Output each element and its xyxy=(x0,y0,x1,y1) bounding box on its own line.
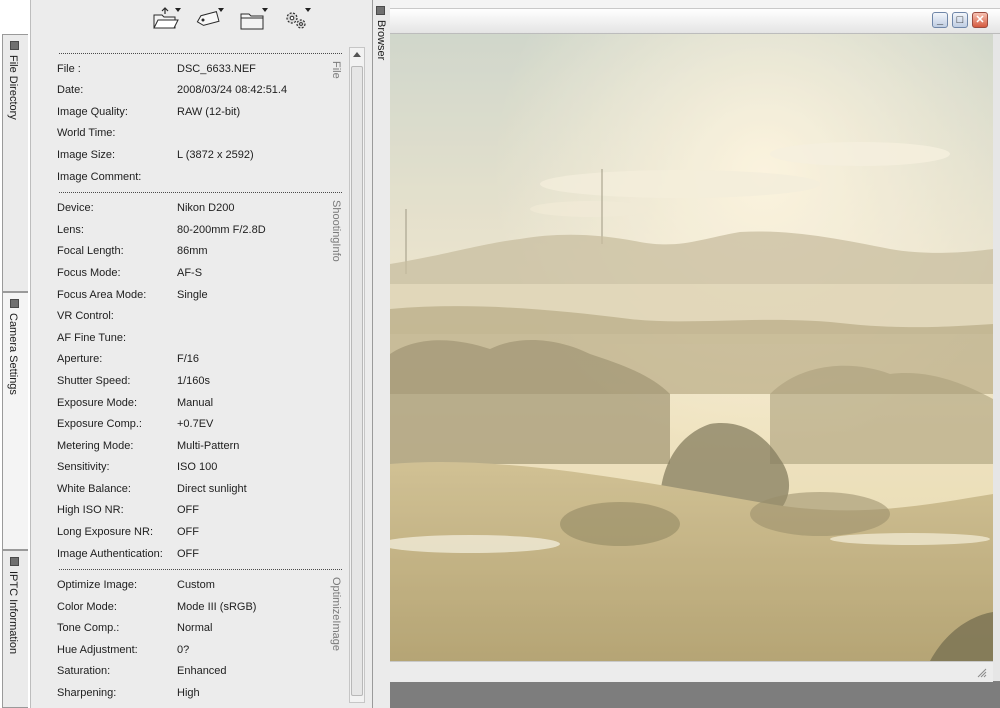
resize-grip-icon[interactable] xyxy=(975,666,987,678)
section-label-file: File xyxy=(330,61,342,79)
tab-label: IPTC Information xyxy=(7,571,19,655)
tab-label: Camera Settings xyxy=(7,313,19,395)
viewer-background xyxy=(390,682,1000,708)
window-right-edge xyxy=(993,34,1000,681)
close-button[interactable]: ✕ xyxy=(972,12,988,28)
section-label-shooting: ShootingInfo xyxy=(330,200,342,262)
window-top-edge xyxy=(390,0,1000,9)
status-bar xyxy=(390,661,993,682)
close-icon: ✕ xyxy=(975,14,985,26)
maximize-icon: □ xyxy=(956,14,964,26)
section-divider xyxy=(59,569,342,570)
tab-file-directory[interactable]: File Directory xyxy=(2,34,28,292)
camera-settings-panel: File File : DSC_6633.NEF Date: 2008/03/24 … xyxy=(30,0,373,708)
section-divider xyxy=(59,53,342,54)
minimize-icon: _ xyxy=(936,14,944,26)
tab-iptc-information[interactable]: IPTC Information xyxy=(2,550,28,708)
tab-browser[interactable]: Browser xyxy=(372,0,390,708)
photo-preview[interactable] xyxy=(390,34,993,661)
open-folder-button[interactable] xyxy=(151,6,183,32)
window-titlebar[interactable]: _ □ ✕ xyxy=(390,9,1000,34)
tag-button[interactable] xyxy=(194,6,226,32)
settings-button[interactable] xyxy=(281,6,313,32)
chevron-down-icon xyxy=(218,8,224,12)
section-divider xyxy=(59,192,342,193)
folder-button[interactable] xyxy=(238,6,270,32)
tab-camera-settings[interactable]: Camera Settings xyxy=(2,292,28,550)
minimize-button[interactable]: _ xyxy=(932,12,948,28)
tab-label: Browser xyxy=(375,20,387,61)
tab-pin-icon xyxy=(10,557,19,566)
maximize-button[interactable]: □ xyxy=(952,12,968,28)
scroll-up-icon[interactable] xyxy=(353,52,361,57)
image-viewer-window: _ □ ✕ xyxy=(390,0,1000,708)
scrollbar-thumb[interactable] xyxy=(351,66,363,696)
landscape-photo xyxy=(390,34,993,661)
chevron-down-icon xyxy=(175,8,181,12)
panel-toolbar xyxy=(31,0,373,38)
panel-scrollbar[interactable] xyxy=(349,47,365,703)
tab-pin-icon xyxy=(376,6,385,15)
tab-label: File Directory xyxy=(7,55,19,120)
left-tab-strip: File Directory Camera Settings IPTC Info… xyxy=(0,0,30,708)
chevron-down-icon xyxy=(305,8,311,12)
section-label-optimize: OptimizeImage xyxy=(330,577,342,651)
chevron-down-icon xyxy=(262,8,268,12)
tab-pin-icon xyxy=(10,41,19,50)
tab-pin-icon xyxy=(10,299,19,308)
